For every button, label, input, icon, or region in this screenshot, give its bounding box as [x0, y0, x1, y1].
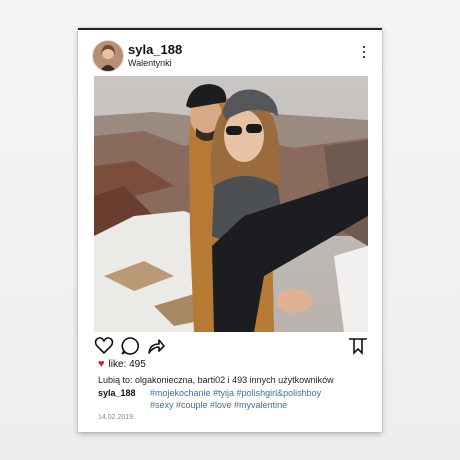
more-options-icon[interactable] [362, 46, 366, 62]
instagram-post-frame: syla_188 Walentynki ♥ like: 495 Lubią to… [78, 28, 382, 432]
caption-username[interactable]: syla_188 [98, 387, 150, 399]
comment-icon[interactable] [120, 336, 140, 356]
bookmark-icon[interactable] [348, 336, 368, 356]
heart-icon[interactable] [94, 336, 114, 356]
liked-by-prefix: Lubią to: [98, 375, 136, 385]
caption-hashtags-line1[interactable]: #mojekochanie #tyija #polishgirl&polishb… [150, 387, 368, 399]
post-date: 14.02.2019 [98, 414, 134, 421]
likes-count[interactable]: ♥ like: 495 [98, 358, 146, 370]
post-photo[interactable] [94, 76, 368, 332]
liked-by-users[interactable]: olgakonieczna, barti02 i 493 innych użyt… [135, 375, 334, 385]
post-username[interactable]: syla_188 [128, 42, 182, 57]
likes-label: like: 495 [108, 359, 146, 370]
liked-by: Lubią to: olgakonieczna, barti02 i 493 i… [98, 375, 334, 385]
caption-hashtags-line2[interactable]: #sexy #couple #love #myvalentine [150, 399, 368, 411]
small-heart-icon: ♥ [98, 358, 105, 370]
share-icon[interactable] [146, 336, 166, 356]
post-actions [94, 336, 368, 356]
post-location[interactable]: Walentynki [128, 58, 172, 68]
avatar[interactable] [92, 40, 124, 72]
post-caption: syla_188 #mojekochanie #tyija #polishgir… [98, 387, 368, 411]
post-header: syla_188 Walentynki [92, 40, 368, 74]
